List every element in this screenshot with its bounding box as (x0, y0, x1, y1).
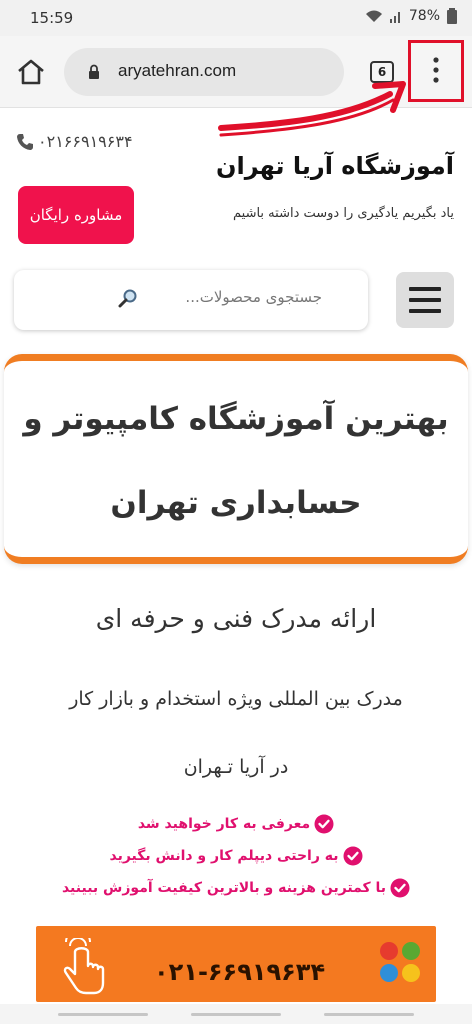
phone-icon (17, 133, 33, 150)
status-indicators: 78% (365, 8, 458, 24)
nav-home-button[interactable] (191, 1013, 281, 1016)
menu-toggle-button[interactable] (396, 272, 454, 328)
system-nav-bar (0, 1004, 472, 1024)
tab-switcher-button[interactable]: 6 (370, 61, 394, 83)
hand-icon (63, 938, 105, 995)
browser-menu-button[interactable] (408, 40, 464, 102)
check-icon (390, 878, 410, 898)
status-bar: 15:59 78% (0, 0, 472, 36)
battery-percent: 78% (408, 8, 440, 24)
wifi-icon (365, 10, 382, 22)
site-title[interactable]: آموزشگاه آریا تهران (216, 152, 454, 180)
nav-recents-button[interactable] (58, 1013, 148, 1016)
list-item-text: معرفی به کار خواهید شد (137, 816, 311, 832)
lock-icon (89, 64, 99, 79)
location-text: در آریا تـهران (183, 756, 289, 778)
signal-icon (389, 12, 400, 23)
search-box[interactable] (14, 270, 368, 330)
status-time: 15:59 (30, 9, 74, 27)
browser-toolbar: aryatehran.com 6 (0, 36, 472, 108)
hero-card: بهترین آموزشگاه کامپیوتر و حسابداری تهرا… (4, 354, 468, 564)
check-icon (314, 814, 334, 834)
list-item-text: با کمترین هزینه و بالاترین کیفیت آموزش ب… (61, 880, 387, 896)
hamburger-icon (409, 287, 441, 313)
battery-icon (447, 8, 457, 24)
dots-icon (380, 942, 420, 982)
benefits-list: معرفی به کار خواهید شد به راحتی دیپلم کا… (0, 808, 472, 904)
url-text: aryatehran.com (118, 61, 237, 80)
list-item: معرفی به کار خواهید شد (0, 808, 472, 840)
header-phone-number: ۰۲۱۶۶۹۱۹۶۳۴ (38, 132, 133, 151)
site-tagline: یاد بگیریم یادگیری را دوست داشته باشیم (233, 206, 454, 221)
check-icon (343, 846, 363, 866)
hero-heading-line-1: بهترین آموزشگاه کامپیوتر و (23, 401, 449, 437)
certificate-heading: ارائه مدرک فنی و حرفه ای (95, 604, 377, 633)
call-banner[interactable]: ۰۲۱-۶۶۹۱۹۶۳۴ (36, 926, 436, 1002)
search-icon[interactable] (118, 288, 138, 308)
list-item-text: به راحتی دیپلم کار و دانش بگیرید (109, 848, 339, 864)
list-item: با کمترین هزینه و بالاترین کیفیت آموزش ب… (0, 872, 472, 904)
kebab-icon (433, 57, 439, 83)
home-icon[interactable] (16, 58, 46, 86)
free-consult-button[interactable]: مشاوره رایگان (18, 186, 134, 244)
hero-heading-line-2: حسابداری تهران (110, 485, 362, 521)
list-item: به راحتی دیپلم کار و دانش بگیرید (0, 840, 472, 872)
nav-back-button[interactable] (324, 1013, 414, 1016)
international-certificate-text: مدرک بین المللی ویژه استخدام و بازار کار (69, 688, 403, 710)
address-bar[interactable]: aryatehran.com (64, 48, 344, 96)
call-phone-number[interactable]: ۰۲۱-۶۶۹۱۹۶۳۴ (154, 958, 325, 986)
header-phone[interactable]: ۰۲۱۶۶۹۱۹۶۳۴ (16, 132, 133, 151)
